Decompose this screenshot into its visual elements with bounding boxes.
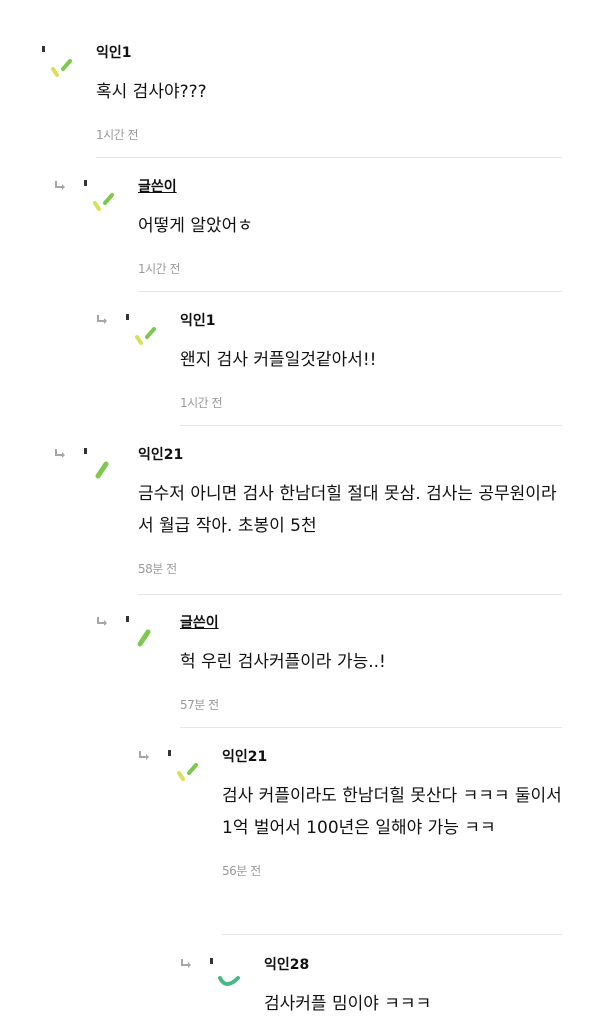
comment-thread: 익인1 혹시 검사야??? 1시간 전 글쓴이 어떻게 알았어ㅎ 1시간 전 익… <box>0 0 600 1024</box>
comment-author[interactable]: 글쓴이 <box>138 178 562 196</box>
comment-item: 익인28 검사커플 밈이야 ㅋㅋㅋ <box>0 956 600 1020</box>
avatar-icon <box>168 750 198 781</box>
comment-author[interactable]: 익인28 <box>264 956 562 974</box>
comment-time: 1시간 전 <box>138 262 181 276</box>
avatar-icon <box>84 180 114 211</box>
comment-author[interactable]: 익인21 <box>138 446 562 464</box>
comment-text: 혹시 검사야??? <box>96 82 207 102</box>
comment-item: 글쓴이 어떻게 알았어ㅎ 1시간 전 <box>0 178 600 277</box>
comment-text: 왠지 검사 커플일것같아서!! <box>180 350 377 370</box>
comment-item: 글쓴이 헉 우린 검사커플이라 가능..! 57분 전 <box>0 614 600 713</box>
divider <box>222 934 562 935</box>
avatar-icon <box>84 448 109 479</box>
comment-text: 검사커플 밈이야 ㅋㅋㅋ <box>264 994 432 1014</box>
comment-author[interactable]: 익인1 <box>180 312 562 330</box>
comment-time: 1시간 전 <box>180 396 223 410</box>
avatar-icon <box>126 616 151 647</box>
comment-item: 익인21 금수저 아니면 검사 한남더힐 절대 못삼. 검사는 공무원이라서 월… <box>0 446 600 577</box>
comment-author[interactable]: 글쓴이 <box>180 614 562 632</box>
divider <box>138 594 562 595</box>
avatar-icon <box>210 958 240 986</box>
reply-arrow-icon <box>97 617 107 626</box>
comment-item: 익인21 검사 커플이라도 한남더힐 못산다 ㅋㅋㅋ 둘이서 1억 벌어서 10… <box>0 748 600 879</box>
comment-text: 어떻게 알았어ㅎ <box>138 216 253 236</box>
comment-author[interactable]: 익인1 <box>96 44 562 62</box>
comment-text: 헉 우린 검사커플이라 가능..! <box>180 652 386 672</box>
comment-text: 금수저 아니면 검사 한남더힐 절대 못삼. 검사는 공무원이라서 월급 작아.… <box>138 484 557 536</box>
comment-time: 58분 전 <box>138 562 177 576</box>
comment-text: 검사 커플이라도 한남더힐 못산다 ㅋㅋㅋ 둘이서 1억 벌어서 100년은 일… <box>222 786 562 838</box>
avatar-icon <box>42 46 72 77</box>
avatar-icon <box>126 314 156 345</box>
comment-time: 57분 전 <box>180 698 219 712</box>
divider <box>180 727 562 728</box>
reply-arrow-icon <box>55 181 65 190</box>
comment-item: 익인1 왠지 검사 커플일것같아서!! 1시간 전 <box>0 312 600 411</box>
comment-time: 1시간 전 <box>96 128 139 142</box>
comment-author[interactable]: 익인21 <box>222 748 562 766</box>
comment-item: 익인1 혹시 검사야??? 1시간 전 <box>0 44 600 143</box>
comment-time: 56분 전 <box>222 864 261 878</box>
divider <box>180 425 562 426</box>
reply-arrow-icon <box>181 959 191 968</box>
divider <box>138 291 562 292</box>
divider <box>96 157 562 158</box>
reply-arrow-icon <box>139 751 149 760</box>
reply-arrow-icon <box>97 315 107 324</box>
reply-arrow-icon <box>55 449 65 458</box>
